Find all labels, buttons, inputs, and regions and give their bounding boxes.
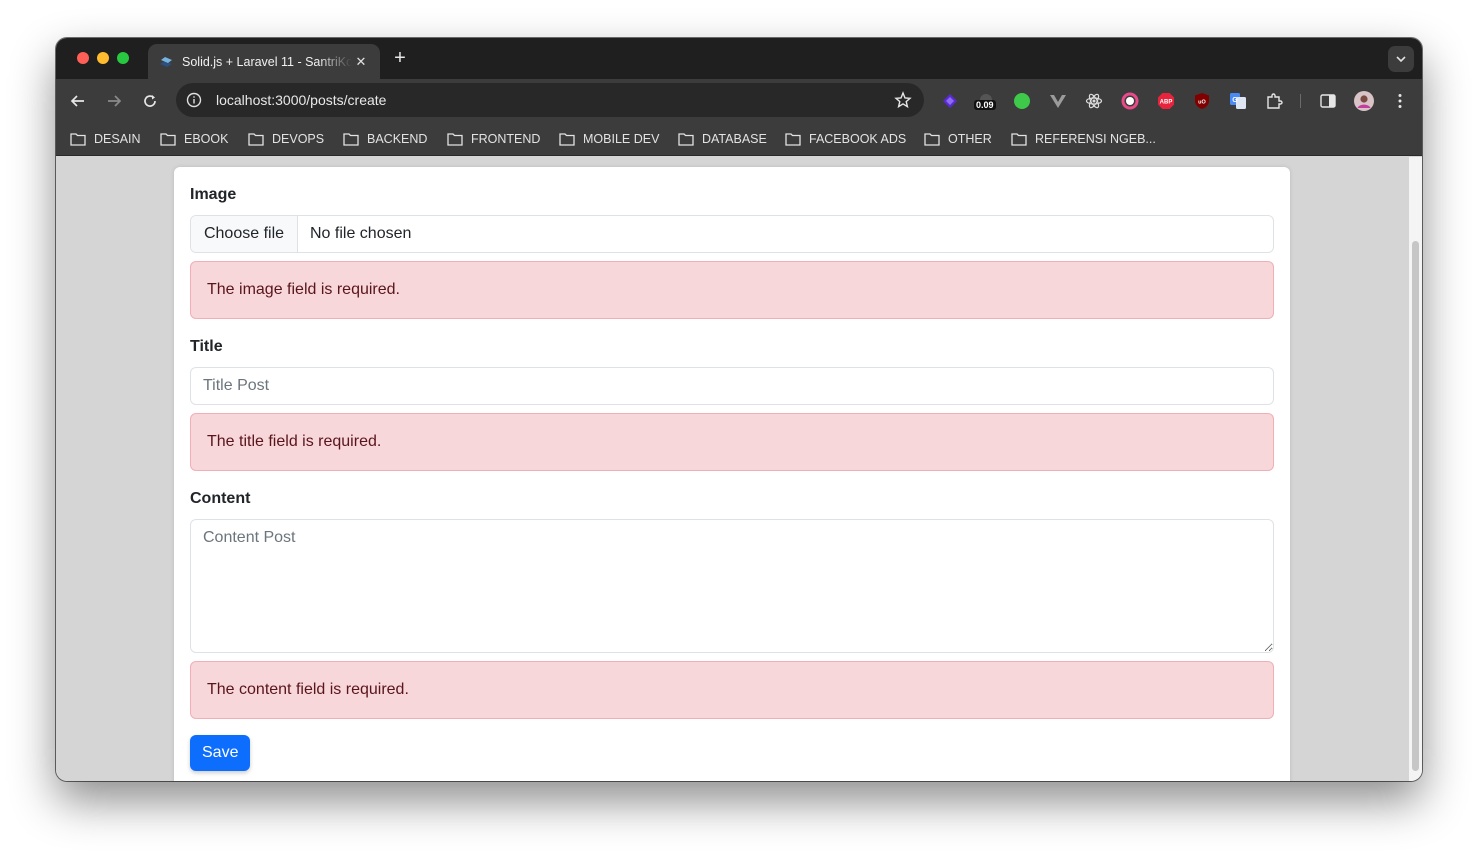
- file-status-text: No file chosen: [310, 225, 412, 242]
- folder-icon: [924, 133, 940, 146]
- folder-icon: [678, 133, 694, 146]
- maximize-window-button[interactable]: [117, 52, 129, 64]
- bookmark-label: DESAIN: [94, 132, 141, 146]
- bookmark-label: DEVOPS: [272, 132, 325, 146]
- browser-toolbar: localhost:3000/posts/create 0.09 ABP uO: [56, 79, 1422, 122]
- extension-color-ring-icon[interactable]: [1120, 91, 1140, 111]
- extension-badge: 0.09: [974, 100, 996, 110]
- close-tab-icon[interactable]: ✕: [352, 53, 370, 71]
- bookmark-folder[interactable]: DESAIN: [70, 130, 141, 148]
- save-button[interactable]: Save: [190, 735, 251, 771]
- image-file-input[interactable]: Choose file No file chosen: [190, 215, 1274, 253]
- content-textarea[interactable]: [190, 519, 1274, 653]
- profile-avatar[interactable]: [1354, 91, 1374, 111]
- url-text: localhost:3000/posts/create: [216, 92, 387, 108]
- solidjs-favicon-icon: [160, 56, 172, 67]
- folder-icon: [343, 133, 359, 146]
- folder-icon: [1011, 133, 1027, 146]
- close-window-button[interactable]: [77, 52, 89, 64]
- folder-icon: [559, 133, 575, 146]
- title-input[interactable]: [190, 367, 1274, 405]
- page-viewport: Image Choose file No file chosen The ima…: [56, 157, 1422, 781]
- bookmark-label: EBOOK: [184, 132, 229, 146]
- title-error-alert: The title field is required.: [190, 413, 1274, 471]
- bookmarks-bar: DESAIN EBOOK DEVOPS BACKEND FRONTEND MOB…: [56, 122, 1422, 156]
- bookmark-folder[interactable]: DEVOPS: [248, 130, 324, 148]
- scrollbar-track[interactable]: [1409, 157, 1422, 781]
- toolbar-divider: [1300, 94, 1301, 108]
- folder-icon: [447, 133, 463, 146]
- image-error-alert: The image field is required.: [190, 261, 1274, 319]
- folder-icon: [248, 133, 264, 146]
- back-button[interactable]: [67, 90, 89, 112]
- bookmark-label: FRONTEND: [471, 132, 541, 146]
- svg-text:G: G: [1232, 97, 1238, 104]
- extensions-puzzle-icon[interactable]: [1264, 91, 1284, 111]
- arrow-right-icon: [108, 95, 122, 107]
- chevron-down-icon: [1396, 56, 1406, 63]
- bookmark-folder[interactable]: FRONTEND: [447, 130, 540, 148]
- folder-icon: [785, 133, 801, 146]
- active-tab[interactable]: Solid.js + Laravel 11 - SantriKoding ✕: [148, 44, 380, 79]
- tab-strip: Solid.js + Laravel 11 - SantriKoding ✕ +: [56, 38, 1422, 79]
- content-label: Content: [190, 490, 251, 507]
- bookmark-label: MOBILE DEV: [583, 132, 660, 146]
- bookmark-label: REFERENSI NGEB...: [1035, 132, 1156, 146]
- bookmark-label: OTHER: [948, 132, 992, 146]
- title-label: Title: [190, 338, 223, 355]
- arrow-left-icon: [70, 95, 84, 107]
- create-post-form: Image Choose file No file chosen The ima…: [174, 167, 1290, 781]
- bookmark-folder[interactable]: EBOOK: [160, 130, 228, 148]
- image-label: Image: [190, 186, 237, 203]
- scrollbar-thumb[interactable]: [1412, 241, 1419, 771]
- reload-icon: [144, 95, 156, 107]
- bookmark-folder[interactable]: MOBILE DEV: [559, 130, 659, 148]
- address-bar[interactable]: localhost:3000/posts/create: [176, 83, 924, 117]
- side-panel-icon[interactable]: [1318, 91, 1338, 111]
- bookmark-label: BACKEND: [367, 132, 428, 146]
- folder-icon: [160, 133, 176, 146]
- tab-title: Solid.js + Laravel 11 - SantriKoding: [182, 54, 352, 69]
- browser-menu-icon[interactable]: [1390, 91, 1410, 111]
- bookmark-folder[interactable]: OTHER: [924, 130, 992, 148]
- extension-purple-icon[interactable]: [940, 91, 960, 111]
- tab-search-button[interactable]: [1388, 46, 1414, 72]
- bookmark-label: FACEBOOK ADS: [809, 132, 907, 146]
- bookmark-folder[interactable]: REFERENSI NGEB...: [1011, 130, 1156, 148]
- bookmark-folder[interactable]: BACKEND: [343, 130, 427, 148]
- content-error-alert: The content field is required.: [190, 661, 1274, 719]
- browser-window: Solid.js + Laravel 11 - SantriKoding ✕ +…: [56, 38, 1422, 781]
- extension-react-devtools-icon[interactable]: [1084, 91, 1104, 111]
- adblock-plus-icon[interactable]: ABP: [1156, 91, 1176, 111]
- extension-timer-icon[interactable]: 0.09: [974, 91, 998, 111]
- site-info-icon[interactable]: [186, 92, 202, 108]
- bookmark-folder[interactable]: FACEBOOK ADS: [785, 130, 906, 148]
- extension-vue-devtools-icon[interactable]: [1048, 91, 1068, 111]
- ublock-origin-icon[interactable]: uO: [1192, 91, 1212, 111]
- bookmark-folder[interactable]: DATABASE: [678, 130, 767, 148]
- reload-button[interactable]: [139, 90, 161, 112]
- bookmark-star-icon[interactable]: [894, 91, 912, 109]
- forward-button[interactable]: [103, 90, 125, 112]
- svg-text:ABP: ABP: [1160, 100, 1173, 106]
- minimize-window-button[interactable]: [97, 52, 109, 64]
- bookmark-label: DATABASE: [702, 132, 767, 146]
- choose-file-button[interactable]: Choose file: [191, 216, 298, 252]
- extension-green-dot-icon[interactable]: [1012, 91, 1032, 111]
- new-tab-button[interactable]: +: [390, 48, 410, 68]
- folder-icon: [70, 133, 86, 146]
- svg-text:uO: uO: [1198, 100, 1206, 106]
- google-translate-icon[interactable]: G: [1228, 91, 1248, 111]
